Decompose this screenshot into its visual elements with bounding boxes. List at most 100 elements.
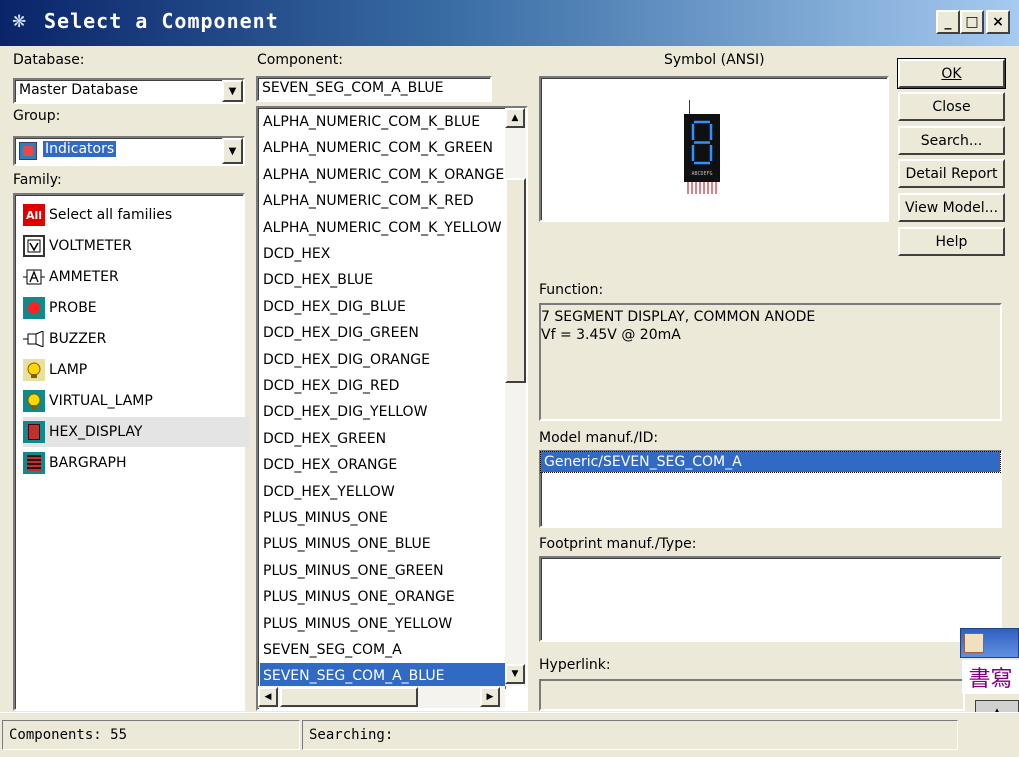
brush-icon: [964, 633, 984, 653]
component-input[interactable]: SEVEN_SEG_COM_A_BLUE: [256, 76, 492, 102]
segment-pins: [687, 182, 717, 198]
family-item-hex-display[interactable]: HEX_DISPLAY: [23, 417, 249, 447]
component-label: Component:: [257, 52, 343, 68]
component-list-item[interactable]: DCD_HEX_ORANGE: [260, 452, 506, 478]
component-list-item[interactable]: DCD_HEX_DIG_GREEN: [260, 320, 506, 346]
component-list-item[interactable]: SEVEN_SEG_COM_A: [260, 637, 506, 663]
component-list-item[interactable]: PLUS_MINUS_ONE_GREEN: [260, 558, 506, 584]
lamp-icon: [23, 359, 45, 381]
close-icon[interactable]: ×: [986, 10, 1010, 34]
family-item-lamp[interactable]: LAMP: [23, 355, 249, 385]
component-list[interactable]: ALPHA_NUMERIC_COM_K_BLUE ALPHA_NUMERIC_CO…: [256, 106, 528, 711]
hscroll-thumb[interactable]: [280, 687, 418, 707]
app-icon: ❋: [12, 12, 27, 32]
ime-writing-pad[interactable]: 書寫: [962, 660, 1019, 694]
component-list-item[interactable]: ALPHA_NUMERIC_COM_K_ORANGE: [260, 162, 506, 188]
close-button[interactable]: Close: [898, 92, 1005, 121]
component-list-item[interactable]: PLUS_MINUS_ONE_BLUE: [260, 531, 506, 557]
hyperlink-label: Hyperlink:: [539, 657, 611, 673]
component-list-item[interactable]: PLUS_MINUS_ONE_ORANGE: [260, 584, 506, 610]
component-list-item[interactable]: DCD_HEX_DIG_BLUE: [260, 294, 506, 320]
window-title: Select a Component: [44, 9, 279, 33]
all-families-icon: All: [23, 204, 45, 226]
footprint-list[interactable]: [539, 556, 1002, 642]
family-label: Family:: [13, 172, 62, 188]
function-label: Function:: [539, 282, 604, 298]
model-list[interactable]: Generic/SEVEN_SEG_COM_A: [539, 450, 1002, 528]
minimize-button[interactable]: _: [936, 10, 960, 34]
component-list-item[interactable]: ALPHA_NUMERIC_COM_K_RED: [260, 188, 506, 214]
component-list-item[interactable]: DCD_HEX_BLUE: [260, 267, 506, 293]
title-bar[interactable]: ❋ Select a Component _ □ ×: [0, 0, 1019, 46]
component-list-item[interactable]: PLUS_MINUS_ONE: [260, 505, 506, 531]
virtual-lamp-icon: [23, 390, 45, 412]
family-item-label: Select all families: [49, 207, 173, 223]
component-list-item[interactable]: PLUS_MINUS_ONE_YELLOW: [260, 611, 506, 637]
indicators-icon: [19, 142, 37, 160]
component-list-hscrollbar[interactable]: ◀ ▶: [258, 686, 505, 708]
model-label: Model manuf./ID:: [539, 430, 659, 446]
anode-pin: [689, 100, 690, 114]
chevron-down-icon[interactable]: ▼: [222, 138, 243, 164]
scroll-left-icon[interactable]: ◀: [258, 687, 278, 707]
scroll-thumb[interactable]: [505, 178, 526, 383]
model-item-selected[interactable]: Generic/SEVEN_SEG_COM_A: [540, 451, 1001, 473]
component-list-item[interactable]: DCD_HEX_GREEN: [260, 426, 506, 452]
voltmeter-icon: [23, 235, 45, 257]
component-list-item[interactable]: ALPHA_NUMERIC_COM_K_YELLOW: [260, 215, 506, 241]
group-label: Group:: [13, 108, 61, 124]
family-item-label: PROBE: [49, 300, 97, 316]
component-list-scrollbar[interactable]: ▲ ▼: [505, 108, 526, 686]
scroll-down-icon[interactable]: ▼: [505, 664, 525, 684]
family-list[interactable]: All Select all families VOLTMETER AMMETE…: [13, 193, 249, 711]
status-bar: Components: 55 Searching:: [0, 712, 1019, 757]
family-item-label: HEX_DISPLAY: [49, 424, 143, 440]
symbol-preview: ABCDEFG: [539, 76, 889, 222]
maximize-button[interactable]: □: [960, 10, 984, 34]
family-item-probe[interactable]: PROBE: [23, 293, 249, 323]
ok-button[interactable]: OK: [897, 58, 1006, 89]
family-item-label: BUZZER: [49, 331, 107, 347]
family-item-label: VIRTUAL_LAMP: [49, 393, 153, 409]
component-value: SEVEN_SEG_COM_A_BLUE: [262, 80, 444, 96]
component-list-item[interactable]: ALPHA_NUMERIC_COM_K_BLUE: [260, 109, 506, 135]
function-line-1: 7 SEGMENT DISPLAY, COMMON ANODE: [541, 309, 816, 325]
component-list-item[interactable]: DCD_HEX_DIG_RED: [260, 373, 506, 399]
family-item-label: BARGRAPH: [49, 455, 127, 471]
component-list-item[interactable]: ALPHA_NUMERIC_COM_K_GREEN: [260, 135, 506, 161]
search-button[interactable]: Search...: [898, 126, 1005, 155]
component-list-item[interactable]: DCD_HEX_DIG_ORANGE: [260, 347, 506, 373]
ime-toolbar[interactable]: [960, 628, 1019, 658]
family-item-ammeter[interactable]: AMMETER: [23, 262, 249, 292]
help-button[interactable]: Help: [898, 227, 1005, 256]
component-list-item[interactable]: DCD_HEX: [260, 241, 506, 267]
database-label: Database:: [13, 52, 85, 68]
function-panel: 7 SEGMENT DISPLAY, COMMON ANODE Vf = 3.4…: [539, 303, 1002, 421]
family-item-bargraph[interactable]: BARGRAPH: [23, 448, 249, 478]
hex-display-icon: [23, 421, 45, 443]
group-select[interactable]: Indicators ▼: [13, 136, 245, 166]
family-item-buzzer[interactable]: BUZZER: [23, 324, 249, 354]
group-value: Indicators: [41, 140, 118, 158]
function-line-2: Vf = 3.45V @ 20mA: [541, 327, 681, 343]
bargraph-icon: [23, 452, 45, 474]
database-select[interactable]: Master Database ▼: [13, 78, 245, 104]
hyperlink-field[interactable]: [539, 679, 965, 711]
scroll-up-icon[interactable]: ▲: [505, 108, 525, 128]
footprint-label: Footprint manuf./Type:: [539, 536, 697, 552]
family-item-all[interactable]: All Select all families: [23, 200, 249, 230]
segment-pin-letters: ABCDEFG: [691, 171, 712, 177]
detail-report-button[interactable]: Detail Report: [898, 159, 1005, 188]
component-list-item[interactable]: DCD_HEX_DIG_YELLOW: [260, 399, 506, 425]
database-value: Master Database: [19, 82, 139, 98]
family-item-label: AMMETER: [49, 269, 119, 285]
components-count: Components: 55: [2, 720, 300, 750]
chevron-down-icon[interactable]: ▼: [222, 80, 243, 102]
family-item-virtual-lamp[interactable]: VIRTUAL_LAMP: [23, 386, 249, 416]
component-list-item[interactable]: DCD_HEX_YELLOW: [260, 479, 506, 505]
scroll-right-icon[interactable]: ▶: [480, 687, 500, 707]
view-model-button[interactable]: View Model...: [898, 193, 1005, 222]
family-item-label: VOLTMETER: [49, 238, 132, 254]
searching-status: Searching:: [302, 720, 958, 750]
family-item-voltmeter[interactable]: VOLTMETER: [23, 231, 249, 261]
